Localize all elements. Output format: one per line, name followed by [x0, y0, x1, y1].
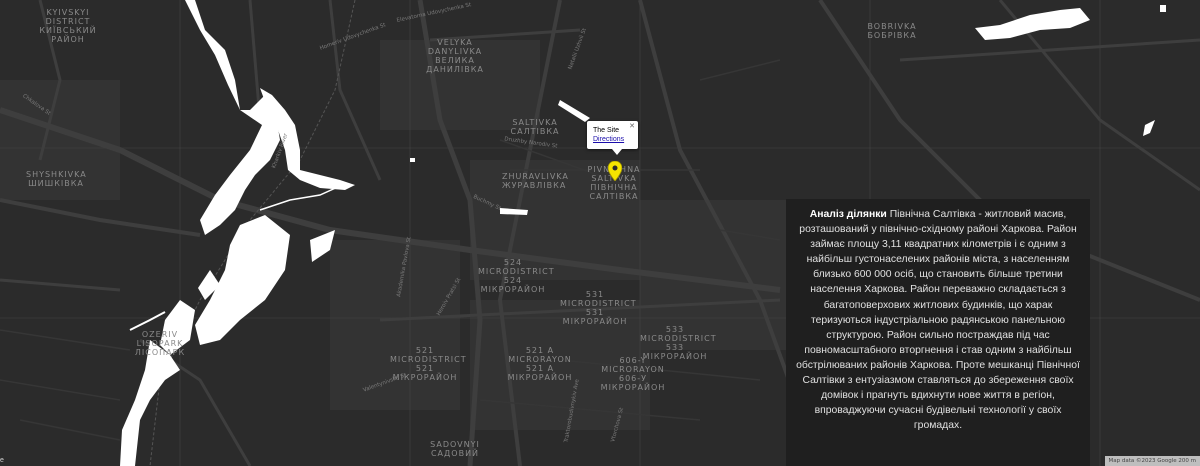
district-label-saltivka: Saltivka Салтівка — [510, 118, 560, 136]
district-label-kyivskyi: Kyivskyi District Київський район — [39, 8, 97, 44]
map-attribution[interactable]: Map data ©2023 Google 200 m — [1104, 456, 1200, 466]
district-label-sadovyi: Sadovnyi Садовий — [430, 440, 480, 458]
map-pin-icon[interactable] — [608, 161, 622, 181]
info-window: The Site Directions ✕ — [587, 121, 638, 155]
district-label-524: 524 Microdistrict 524 мікрорайон — [478, 258, 555, 294]
district-label-shyshkivka: Shyshkivka Шишківка — [26, 170, 87, 188]
site-analysis-body: Північна Салтівка - житловий масив, розт… — [796, 209, 1080, 432]
close-icon[interactable]: ✕ — [629, 122, 635, 130]
site-analysis-text: Аналіз ділянки Північна Салтівка - житло… — [796, 207, 1080, 433]
district-label-531: 531 Microdistrict 531 мікрорайон — [560, 290, 637, 326]
site-analysis-title: Аналіз ділянки — [809, 209, 890, 220]
directions-link[interactable]: Directions — [593, 135, 632, 144]
district-label-bobrivka: Bobrivka Бобрівка — [867, 22, 917, 40]
district-label-521a: 521 A Microrayon 521 А мікрорайон — [507, 346, 573, 382]
district-label-zhuravlivka: Zhuravlivka Журавлівка — [502, 172, 569, 190]
edge-label: e — [0, 457, 4, 464]
district-label-606: 606-Y Microrayon 606-У мікрорайон — [600, 356, 666, 392]
district-label-velyka-danylivka: Velyka Danylivka Велика Данилівка — [426, 38, 484, 74]
park-label-lisopark: Ozeriv Lisopark Лісопарк — [134, 330, 186, 357]
site-analysis-panel: Аналіз ділянки Північна Салтівка - житло… — [786, 199, 1090, 466]
info-window-title: The Site — [593, 127, 620, 134]
